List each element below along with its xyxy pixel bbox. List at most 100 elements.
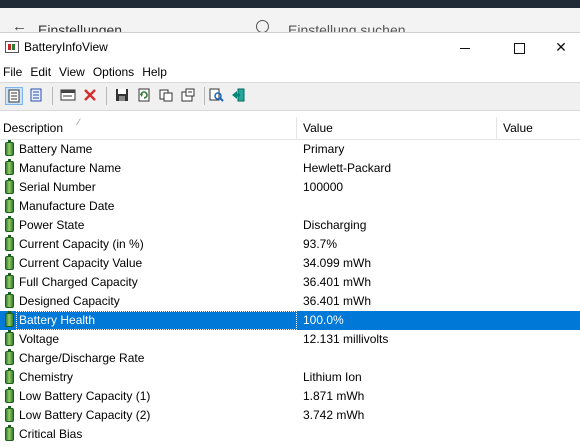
exit-button[interactable] — [230, 87, 248, 105]
row-value: 34.099 mWh — [303, 256, 372, 270]
row-label: Designed Capacity — [19, 294, 120, 308]
row-value: 3.742 mWh — [303, 408, 365, 422]
window-title: BatteryInfoView — [24, 40, 108, 54]
row-label: Battery Name — [19, 142, 93, 156]
desktop-edge — [0, 0, 580, 8]
app-icon — [5, 41, 19, 53]
row-value: 36.401 mWh — [303, 275, 372, 289]
delete-icon — [84, 89, 96, 101]
title-bar[interactable]: BatteryInfoView ✕ — [0, 33, 580, 62]
table-row[interactable]: Battery Name Primary — [0, 140, 580, 159]
view-html-button[interactable] — [28, 87, 46, 105]
find-icon — [209, 88, 224, 102]
table-row[interactable]: Charge/Discharge Rate — [0, 349, 580, 368]
row-label: Manufacture Date — [19, 199, 115, 213]
battery-icon — [5, 425, 14, 441]
row-value: 12.131 millivolts — [303, 332, 389, 346]
table-row[interactable]: Power State Discharging — [0, 216, 580, 235]
row-label: Chemistry — [19, 370, 74, 384]
options-button[interactable] — [180, 87, 198, 105]
table-row[interactable]: Current Capacity Value 34.099 mWh — [0, 254, 580, 273]
toolbar-separator — [106, 87, 107, 105]
maximize-icon — [513, 42, 525, 54]
find-button[interactable] — [208, 87, 226, 105]
battery-icon — [5, 330, 14, 346]
maximize-button[interactable] — [496, 33, 542, 62]
close-icon: ✕ — [555, 39, 567, 55]
table-row[interactable]: Full Charged Capacity 36.401 mWh — [0, 273, 580, 292]
copy-icon — [159, 89, 173, 102]
battery-icon — [5, 349, 14, 365]
table-row[interactable]: Serial Number 100000 — [0, 178, 580, 197]
background-settings-window: ← Einstellungen Einstellung suchen — [0, 0, 580, 33]
exit-icon — [232, 88, 245, 102]
menu-edit[interactable]: Edit — [26, 62, 55, 82]
row-label: Critical Bias — [19, 427, 83, 441]
row-label: Full Charged Capacity — [19, 275, 138, 289]
row-value: Primary — [303, 142, 345, 156]
battery-info-list: Battery Name Primary Manufacture Name Hewl… — [0, 140, 580, 444]
list-view-icon — [8, 89, 20, 103]
row-value: 100000 — [303, 180, 344, 194]
delete-button[interactable] — [82, 87, 100, 105]
table-row[interactable]: Low Battery Capacity (2) 3.742 mWh — [0, 406, 580, 425]
row-label: Manufacture Name — [19, 161, 122, 175]
table-row[interactable]: Current Capacity (in %) 93.7% — [0, 235, 580, 254]
document-icon — [30, 88, 42, 102]
close-button[interactable]: ✕ — [542, 33, 580, 62]
menu-options[interactable]: Options — [89, 62, 138, 82]
battery-icon — [5, 235, 14, 251]
battery-icon — [5, 292, 14, 308]
battery-icon — [5, 406, 14, 422]
column-header-description[interactable]: Description — [3, 117, 293, 139]
row-label: Power State — [19, 218, 85, 232]
row-label: Low Battery Capacity (1) — [19, 389, 151, 403]
sort-indicator-icon: ⁄ — [78, 117, 80, 127]
row-label: Current Capacity (in %) — [19, 237, 144, 251]
table-row[interactable]: Low Battery Capacity (1) 1.871 mWh — [0, 387, 580, 406]
row-label: Battery Health — [16, 311, 297, 330]
properties-icon — [181, 88, 195, 102]
row-value: Discharging — [303, 218, 367, 232]
battery-icon — [5, 254, 14, 270]
column-divider[interactable] — [496, 117, 497, 139]
refresh-icon — [138, 88, 150, 102]
table-row[interactable]: Designed Capacity 36.401 mWh — [0, 292, 580, 311]
menu-help[interactable]: Help — [138, 62, 171, 82]
column-header-value[interactable]: Value — [303, 117, 493, 139]
toolbar-separator — [52, 87, 53, 105]
table-row-selected[interactable]: Battery Health 100.0% — [0, 311, 580, 330]
menu-bar: File Edit View Options Help — [0, 62, 580, 82]
table-row[interactable]: Chemistry Lithium Ion — [0, 368, 580, 387]
column-divider[interactable] — [296, 117, 297, 139]
table-row[interactable]: Manufacture Date — [0, 197, 580, 216]
view-list-button[interactable] — [5, 87, 23, 105]
batteryinfoview-window: BatteryInfoView ✕ File Edit View Options Hel… — [0, 32, 580, 446]
row-label: Serial Number — [19, 180, 96, 194]
toolbar-separator — [204, 87, 205, 105]
table-row[interactable]: Manufacture Name Hewlett-Packard — [0, 159, 580, 178]
save-button[interactable] — [114, 87, 132, 105]
table-row[interactable]: Voltage 12.131 millivolts — [0, 330, 580, 349]
battery-icon — [5, 311, 14, 327]
minimize-button[interactable] — [442, 33, 488, 62]
copy-button[interactable] — [158, 87, 176, 105]
battery-icon — [5, 216, 14, 232]
menu-file[interactable]: File — [0, 62, 26, 82]
menu-view[interactable]: View — [55, 62, 89, 82]
battery-icon — [5, 368, 14, 384]
list-header: Description ⁄ Value Value — [0, 117, 580, 140]
back-arrow-icon[interactable]: ← — [12, 18, 27, 33]
window-icon — [60, 89, 76, 101]
minimize-icon — [460, 47, 470, 49]
row-value: 93.7% — [303, 237, 338, 251]
properties-button[interactable] — [60, 87, 78, 105]
refresh-button[interactable] — [136, 87, 154, 105]
row-value: 1.871 mWh — [303, 389, 365, 403]
toolbar — [0, 82, 580, 111]
column-header-value-2[interactable]: Value — [503, 117, 580, 139]
battery-icon — [5, 273, 14, 289]
row-value: 36.401 mWh — [303, 294, 372, 308]
battery-icon — [5, 387, 14, 403]
table-row[interactable]: Critical Bias — [0, 425, 580, 444]
